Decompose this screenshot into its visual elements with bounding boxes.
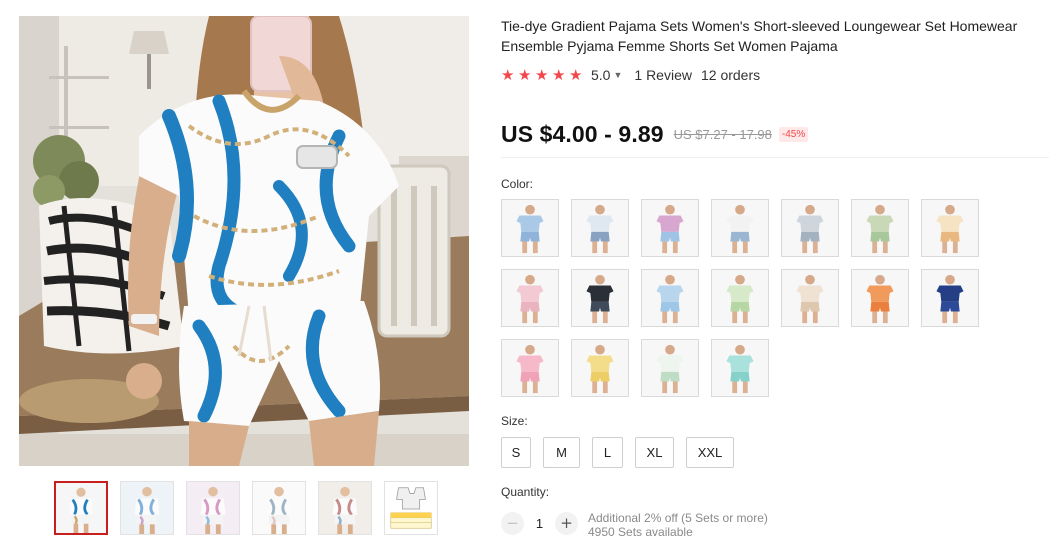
quantity-info: Additional 2% off (5 Sets or more) 4950 … — [588, 511, 768, 539]
color-swatch-white-chain[interactable] — [711, 199, 769, 257]
reviews-link[interactable]: 1 Review — [634, 67, 692, 83]
color-swatch-image — [572, 340, 628, 396]
color-swatch-yellow[interactable] — [571, 339, 629, 397]
orders-count: 12 orders — [700, 67, 761, 83]
thumbnail-size-chart[interactable] — [384, 481, 438, 535]
color-swatch-image — [782, 200, 838, 256]
color-swatch-image — [922, 200, 978, 256]
rating-stars: ★ ★ ★ ★ ★ — [501, 68, 584, 83]
color-swatch-orange[interactable] — [851, 269, 909, 327]
color-swatch-image — [572, 270, 628, 326]
divider — [501, 157, 1049, 158]
quantity-stepper: − 1 + Additional 2% off (5 Sets or more)… — [501, 511, 768, 539]
color-swatch-navy-stars[interactable] — [921, 269, 979, 327]
color-swatch-image — [782, 270, 838, 326]
color-swatch-white-green[interactable] — [641, 339, 699, 397]
stock-available-text: 4950 Sets available — [588, 525, 693, 539]
color-swatch-image — [502, 340, 558, 396]
size-option-xxl[interactable]: XXL — [686, 437, 734, 468]
thumbnail-image — [56, 483, 106, 533]
rating-value[interactable]: 5.0 — [591, 67, 610, 83]
thumbnail-pajama-tie-dye-blue[interactable] — [120, 481, 174, 535]
color-swatch-pink-print[interactable] — [501, 269, 559, 327]
color-swatch-image — [502, 200, 558, 256]
quantity-value[interactable]: 1 — [524, 512, 555, 535]
color-label: Color: — [501, 177, 534, 191]
price-row: US $4.00 - 9.89 US $7.27 - 17.98 -45% — [501, 117, 809, 151]
main-product-image[interactable] — [19, 16, 469, 466]
thumbnail-image — [253, 482, 305, 534]
color-swatch-image — [712, 340, 768, 396]
size-option-xl[interactable]: XL — [635, 437, 674, 468]
decrease-quantity-button[interactable]: − — [501, 512, 524, 535]
color-swatch-mint[interactable] — [711, 339, 769, 397]
color-swatch-image — [642, 200, 698, 256]
star-icon: ★ — [552, 66, 566, 84]
thumbnail-pajama-white-blue-chain[interactable] — [54, 481, 108, 535]
color-swatch-orange-floral[interactable] — [921, 199, 979, 257]
color-swatch-image — [502, 270, 558, 326]
thumbnail-pajama-tie-dye-pink[interactable] — [186, 481, 240, 535]
color-swatch-blue-tie-dye[interactable] — [501, 199, 559, 257]
color-swatch-image — [642, 340, 698, 396]
discount-badge: -45% — [778, 126, 809, 142]
size-option-m[interactable]: M — [543, 437, 580, 468]
color-swatch-pink-floral[interactable] — [501, 339, 559, 397]
star-icon: ★ — [518, 66, 532, 84]
color-swatch-image — [852, 200, 908, 256]
color-swatch-green-leaf[interactable] — [711, 269, 769, 327]
size-option-l[interactable]: L — [592, 437, 623, 468]
color-swatch-pink-blue-tie-dye[interactable] — [641, 199, 699, 257]
thumbnail-image — [121, 482, 173, 534]
thumbnail-image — [385, 482, 437, 534]
color-swatch-navy-white[interactable] — [571, 199, 629, 257]
main-product-photo — [19, 16, 469, 466]
size-options: S M L XL XXL — [501, 437, 734, 468]
thumbnail-pajama-detail-collage[interactable] — [252, 481, 306, 535]
current-price: US $4.00 - 9.89 — [501, 120, 664, 147]
quantity-label: Quantity: — [501, 485, 550, 499]
chevron-down-icon[interactable]: ▼ — [613, 70, 622, 80]
size-option-s[interactable]: S — [501, 437, 531, 468]
increase-quantity-button[interactable]: + — [555, 512, 578, 535]
color-swatch-black-dots[interactable] — [571, 269, 629, 327]
color-swatch-image — [852, 270, 908, 326]
color-swatch-grey-print[interactable] — [781, 199, 839, 257]
color-swatch-image — [642, 270, 698, 326]
star-icon: ★ — [569, 66, 583, 84]
bulk-discount-text: Additional 2% off (5 Sets or more) — [588, 511, 768, 525]
thumbnail-strip — [54, 481, 438, 535]
star-icon: ★ — [501, 66, 515, 84]
color-swatch-light-blue[interactable] — [641, 269, 699, 327]
product-title: Tie-dye Gradient Pajama Sets Women's Sho… — [501, 18, 1018, 54]
thumbnail-image — [319, 482, 371, 534]
thumbnail-pajama-model-pose[interactable] — [318, 481, 372, 535]
size-label: Size: — [501, 414, 528, 428]
color-swatch-image — [922, 270, 978, 326]
thumbnail-image — [187, 482, 239, 534]
color-swatch-beige-print[interactable] — [781, 269, 839, 327]
color-swatch-image — [712, 200, 768, 256]
color-swatch-green-print[interactable] — [851, 199, 909, 257]
color-swatch-image — [572, 200, 628, 256]
color-swatch-image — [712, 270, 768, 326]
original-price: US $7.27 - 17.98 — [673, 126, 772, 142]
rating-row: ★ ★ ★ ★ ★ 5.0 ▼ 1 Review 12 orders — [501, 66, 760, 84]
star-icon: ★ — [535, 66, 549, 84]
